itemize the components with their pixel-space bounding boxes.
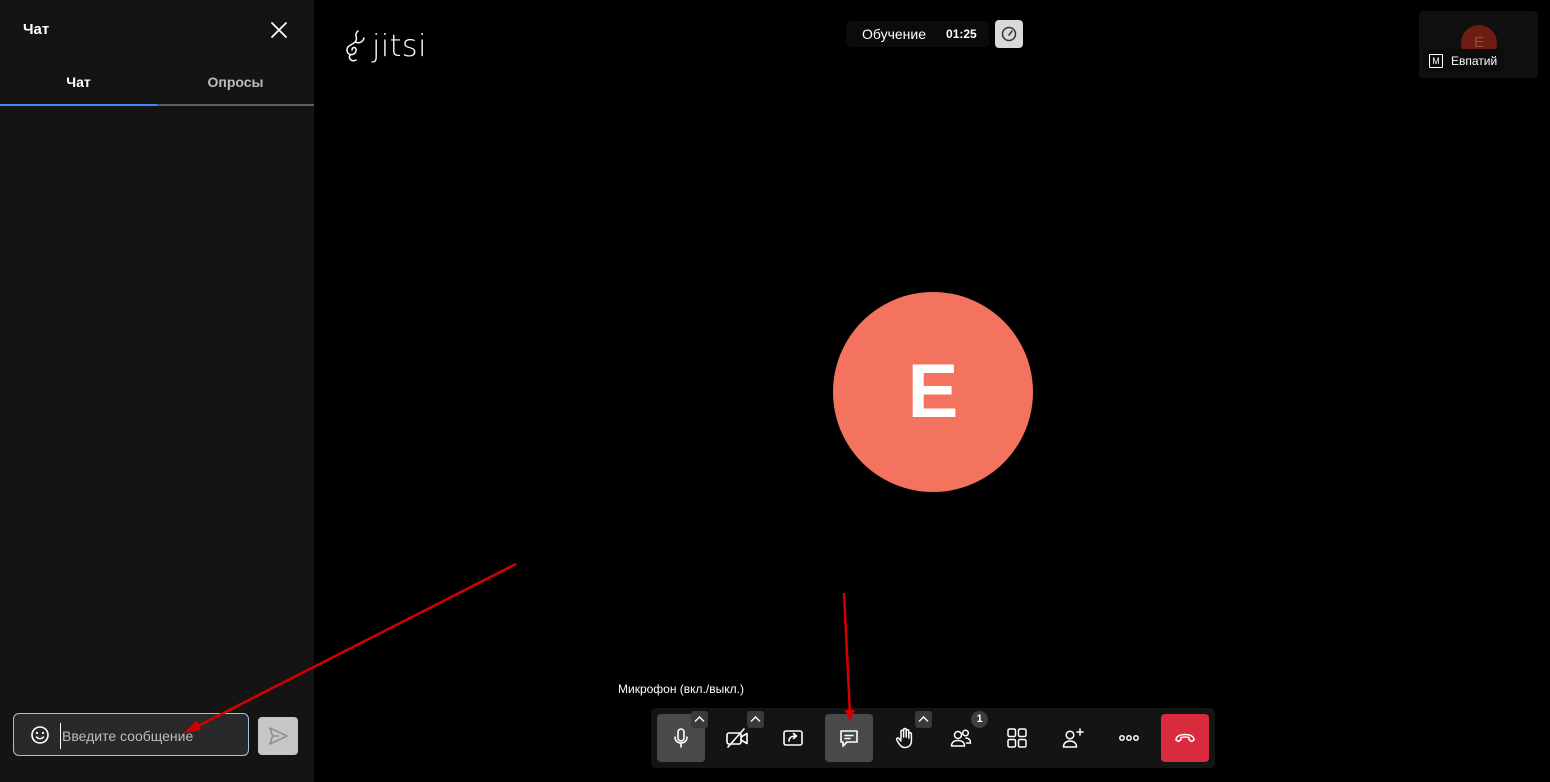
share-screen-icon <box>783 730 803 746</box>
tab-chat[interactable]: Чат <box>0 62 157 106</box>
smiley-icon <box>31 726 49 744</box>
self-view-thumbnail[interactable]: E M Евпатий <box>1419 11 1538 78</box>
reactions-options-button[interactable] <box>915 711 932 728</box>
jitsi-logo[interactable]: jitsi <box>344 28 427 64</box>
hangup-icon <box>1175 733 1195 743</box>
chevron-up-icon <box>694 716 705 722</box>
more-icon <box>1119 735 1139 741</box>
participants-count-badge: 1 <box>971 711 988 728</box>
logo-text: jitsi <box>372 28 427 64</box>
chat-button[interactable] <box>825 714 873 762</box>
invite-people-button[interactable] <box>1049 714 1097 762</box>
arrow-to-chat-button <box>842 592 855 722</box>
main-participant-avatar: E <box>833 292 1033 492</box>
microphone-icon <box>674 728 688 748</box>
jitsi-logo-icon <box>346 30 365 62</box>
close-icon <box>271 22 287 38</box>
close-chat-button[interactable] <box>268 19 290 41</box>
chat-panel: Чат Чат Опросы <box>0 0 314 782</box>
hangup-button[interactable] <box>1161 714 1209 762</box>
camera-off-icon <box>726 728 748 748</box>
performance-settings-button[interactable] <box>994 20 1023 48</box>
microphone-tooltip: Микрофон (вкл./выкл.) <box>618 682 744 696</box>
chevron-up-icon <box>750 716 761 722</box>
chat-message-input[interactable] <box>60 723 244 749</box>
toolbar: 1 <box>651 708 1215 768</box>
chat-tabs: Чат Опросы <box>0 62 314 106</box>
camera-options-button[interactable] <box>747 711 764 728</box>
conference-subject-bar: Обучение 01:25 <box>846 20 1023 48</box>
chat-header: Чат <box>0 0 314 60</box>
send-message-button[interactable] <box>258 717 298 755</box>
moderator-icon: M <box>1429 54 1443 68</box>
hand-icon <box>895 727 913 749</box>
speedometer-icon <box>1001 26 1016 42</box>
chat-input-container <box>13 713 249 756</box>
send-icon <box>269 727 288 745</box>
chat-icon <box>840 730 858 747</box>
tab-polls[interactable]: Опросы <box>157 62 314 106</box>
participants-icon <box>950 729 972 747</box>
add-user-icon <box>1062 728 1084 748</box>
conference-timer: 01:25 <box>938 21 989 47</box>
more-actions-button[interactable] <box>1105 714 1153 762</box>
emoji-button[interactable] <box>30 725 50 745</box>
tile-view-icon <box>1007 728 1027 748</box>
microphone-options-button[interactable] <box>691 711 708 728</box>
participant-name: Евпатий <box>1451 54 1498 68</box>
chat-title: Чат <box>23 21 50 38</box>
share-screen-button[interactable] <box>769 714 817 762</box>
tile-view-button[interactable] <box>993 714 1041 762</box>
conference-subject: Обучение <box>846 21 939 47</box>
chevron-up-icon <box>918 716 929 722</box>
self-name-label: M Евпатий <box>1423 49 1506 73</box>
